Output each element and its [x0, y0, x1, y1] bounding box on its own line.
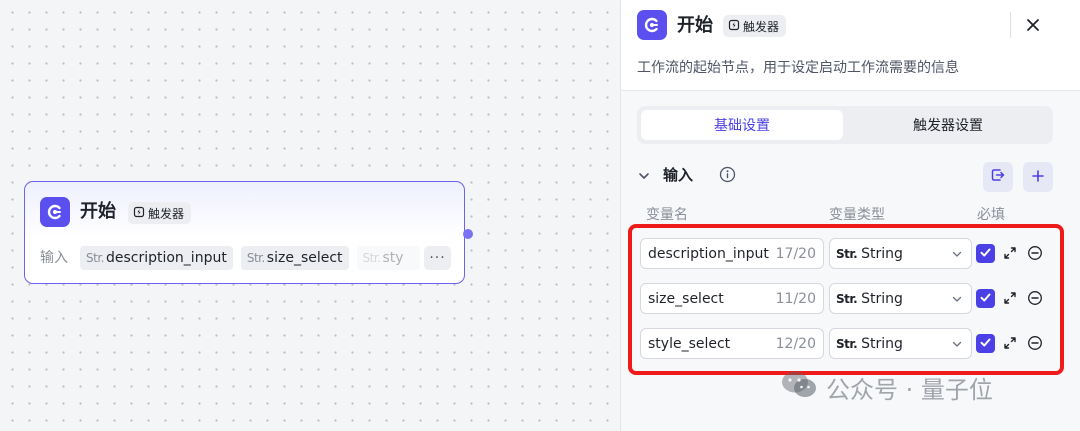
column-header-type: 变量类型 [829, 207, 885, 223]
input-section-header: 输入 [637, 162, 1055, 192]
string-type-prefix: Str. [836, 246, 858, 261]
variable-name-input[interactable]: style_select 12/20 [640, 328, 824, 359]
tab-basic-settings[interactable]: 基础设置 [641, 110, 843, 140]
check-icon [979, 244, 992, 263]
trigger-badge: 触发器 [723, 15, 787, 37]
char-count: 11/20 [775, 290, 816, 307]
char-count: 17/20 [775, 245, 816, 262]
app-logo-icon [40, 197, 70, 227]
variable-name-input[interactable]: description_input 17/20 [640, 238, 824, 269]
dropdown-icon [951, 248, 963, 260]
variable-row: style_select 12/20 Str. String [640, 328, 1060, 359]
expand-icon[interactable] [1002, 290, 1018, 310]
expand-icon[interactable] [1002, 245, 1018, 265]
header-divider [1010, 12, 1011, 38]
tab-trigger-settings[interactable]: 触发器设置 [847, 110, 1049, 140]
start-node-card[interactable]: 开始 触发器 输入 Str. description_input Str. si… [24, 181, 465, 284]
panel-title: 开始 [677, 15, 713, 36]
char-count: 12/20 [775, 335, 816, 352]
remove-icon[interactable] [1027, 290, 1043, 310]
variable-name-value: style_select [648, 335, 731, 352]
input-chip: Str. size_select [240, 246, 349, 270]
trigger-badge: 触发器 [128, 202, 192, 224]
section-title: 输入 [663, 166, 694, 184]
column-header-required: 必填 [977, 207, 1005, 223]
wechat-icon [780, 369, 818, 410]
input-chip-label: sty [382, 250, 404, 266]
watermark: 公众号 · 量子位 [780, 369, 993, 410]
add-variable-button[interactable] [1023, 162, 1053, 192]
remove-icon[interactable] [1027, 335, 1043, 355]
variable-name-value: description_input [648, 245, 769, 262]
node-input-label: 输入 [40, 250, 68, 266]
trigger-badge-label: 触发器 [148, 206, 185, 221]
node-title: 开始 [80, 201, 116, 222]
required-checkbox[interactable] [976, 289, 995, 308]
trigger-badge-label: 触发器 [743, 19, 780, 34]
trigger-icon [728, 19, 740, 34]
expand-icon[interactable] [1002, 335, 1018, 355]
string-type-prefix: Str. [86, 251, 104, 265]
variable-type-value: String [861, 335, 903, 352]
variable-type-select[interactable]: Str. String [829, 238, 972, 269]
close-button[interactable] [1019, 12, 1047, 40]
app-logo-icon [637, 10, 667, 40]
input-chip-label: description_input [105, 250, 227, 266]
required-checkbox[interactable] [976, 334, 995, 353]
input-chip: Str. description_input [80, 246, 233, 270]
input-chip-label: size_select [266, 250, 343, 266]
string-type-prefix: Str. [836, 291, 858, 306]
variable-type-select[interactable]: Str. String [829, 283, 972, 314]
chevron-down-icon[interactable] [637, 168, 651, 187]
required-checkbox[interactable] [976, 244, 995, 263]
variable-row: size_select 11/20 Str. String [640, 283, 1060, 314]
info-icon[interactable] [719, 166, 736, 187]
check-icon [979, 334, 992, 353]
import-icon [990, 167, 1006, 187]
dropdown-icon [951, 338, 963, 350]
panel-description: 工作流的起始节点，用于设定启动工作流需要的信息 [637, 60, 959, 76]
close-icon [1026, 17, 1040, 36]
column-header-name: 变量名 [646, 207, 688, 223]
variable-type-value: String [861, 245, 903, 262]
variable-type-value: String [861, 290, 903, 307]
string-type-prefix: Str. [362, 251, 381, 265]
panel-header: 开始 触发器 工作流的起始节点，用于设定启动工作流需要的信息 [621, 0, 1080, 91]
plus-icon [1031, 168, 1045, 187]
string-type-prefix: Str. [836, 336, 858, 351]
variable-name-value: size_select [648, 290, 724, 307]
node-input-chips: Str. description_input Str. size_select … [80, 246, 420, 270]
node-output-port[interactable] [463, 229, 473, 239]
remove-icon[interactable] [1027, 245, 1043, 265]
import-variables-button[interactable] [983, 162, 1013, 192]
watermark-text: 公众号 · 量子位 [826, 375, 993, 404]
trigger-icon [133, 206, 145, 221]
dropdown-icon [951, 293, 963, 305]
settings-tabs: 基础设置 触发器设置 [637, 106, 1053, 144]
string-type-prefix: Str. [246, 251, 265, 265]
more-inputs-button[interactable]: ··· [424, 246, 451, 270]
check-icon [979, 289, 992, 308]
input-chip: Str. sty [356, 246, 420, 270]
variable-type-select[interactable]: Str. String [829, 328, 972, 359]
variable-name-input[interactable]: size_select 11/20 [640, 283, 824, 314]
variable-row: description_input 17/20 Str. String [640, 238, 1060, 269]
